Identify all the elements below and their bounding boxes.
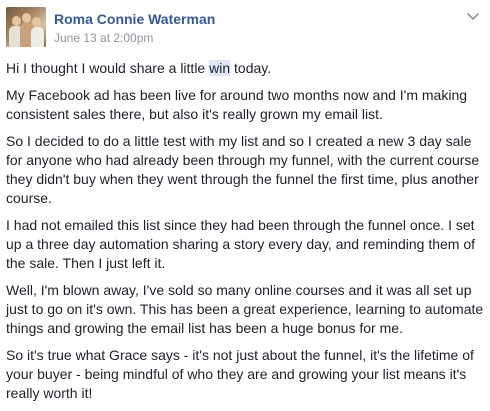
avatar[interactable] — [6, 7, 46, 47]
post-paragraph: So it's true what Grace says - it's not … — [6, 347, 474, 401]
facebook-post: Roma Connie Waterman June 13 at 2:00pm H… — [0, 0, 490, 404]
post-body: Hi I thought I would share a little win … — [6, 59, 484, 411]
post-paragraph: Well, I'm blown away, I've sold so many … — [6, 282, 484, 336]
author-name[interactable]: Roma Connie Waterman — [54, 10, 215, 28]
highlighted-word: win — [209, 60, 231, 76]
post-paragraph: So I decided to do a little test with my… — [6, 133, 480, 206]
post-paragraph: My Facebook ad has been live for around … — [6, 87, 468, 122]
post-paragraph: Hi I thought I would share a little win … — [6, 60, 272, 76]
chevron-down-icon[interactable] — [466, 11, 480, 23]
post-meta: Roma Connie Waterman June 13 at 2:00pm — [54, 7, 215, 46]
post-paragraph: I had not emailed this list since they h… — [6, 217, 476, 271]
post-timestamp[interactable]: June 13 at 2:00pm — [54, 30, 215, 46]
post-header: Roma Connie Waterman June 13 at 2:00pm — [6, 7, 215, 47]
